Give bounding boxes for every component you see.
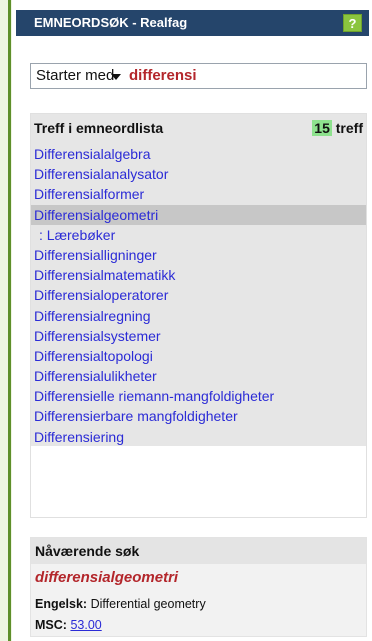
hits-list: Differensialalgebra Differensialanalysat… bbox=[31, 144, 366, 446]
hits-heading: Treff i emneordlista bbox=[34, 120, 164, 136]
current-search-term: differensialgeometri bbox=[35, 569, 179, 586]
hits-list-empty-area bbox=[31, 446, 366, 517]
left-accent-strip bbox=[0, 0, 12, 641]
list-item[interactable]: Differensialligninger bbox=[31, 245, 366, 265]
list-item[interactable]: Differensialanalysator bbox=[31, 164, 366, 184]
chevron-down-icon[interactable] bbox=[111, 74, 121, 80]
current-search-heading: Nåværende søk bbox=[31, 538, 366, 564]
search-mode-select[interactable]: Starter med bbox=[31, 64, 127, 88]
list-item-selected[interactable]: Differensialgeometri bbox=[31, 204, 366, 225]
list-item[interactable]: Differensiering bbox=[31, 427, 366, 447]
msc-link[interactable]: 53.00 bbox=[70, 618, 101, 632]
list-item[interactable]: Differensialtopologi bbox=[31, 346, 366, 366]
hits-header: Treff i emneordlista 15 treff bbox=[31, 114, 366, 142]
english-translation: Engelsk: Differential geometry bbox=[35, 597, 206, 611]
list-item[interactable]: Differensialregning bbox=[31, 306, 366, 326]
panel-header: EMNEORDSØK - Realfag ? bbox=[16, 10, 369, 36]
english-label: Engelsk: bbox=[35, 597, 88, 611]
current-search-box: Nåværende søk differensialgeometri Engel… bbox=[30, 537, 367, 637]
list-item[interactable]: Differensialsystemer bbox=[31, 326, 366, 346]
hits-count: 15 treff bbox=[312, 114, 363, 142]
english-value: Differential geometry bbox=[90, 597, 206, 611]
search-mode-value: Starter med bbox=[36, 67, 115, 84]
msc-code: MSC: 53.00 bbox=[35, 618, 102, 632]
list-item[interactable]: Differensierbare mangfoldigheter bbox=[31, 406, 366, 426]
search-row: Starter med differensi bbox=[30, 63, 367, 89]
list-item[interactable]: Differensialformer bbox=[31, 184, 366, 204]
list-item[interactable]: Differensielle riemann-mangfoldigheter bbox=[31, 386, 366, 406]
list-item[interactable]: Differensialalgebra bbox=[31, 144, 366, 164]
help-icon[interactable]: ? bbox=[343, 14, 362, 32]
hits-count-number: 15 bbox=[312, 120, 332, 136]
list-subitem[interactable]: : Lærebøker bbox=[31, 225, 366, 245]
list-item[interactable]: Differensialmatematikk bbox=[31, 265, 366, 285]
hits-count-suffix: treff bbox=[335, 120, 363, 136]
panel-title: EMNEORDSØK - Realfag bbox=[34, 15, 188, 30]
list-item[interactable]: Differensialulikheter bbox=[31, 366, 366, 386]
hits-box: Treff i emneordlista 15 treff Differensi… bbox=[30, 113, 367, 518]
msc-label: MSC: bbox=[35, 618, 67, 632]
left-accent-stripe bbox=[8, 0, 11, 641]
list-item[interactable]: Differensialoperatorer bbox=[31, 285, 366, 305]
search-input[interactable]: differensi bbox=[129, 64, 365, 88]
